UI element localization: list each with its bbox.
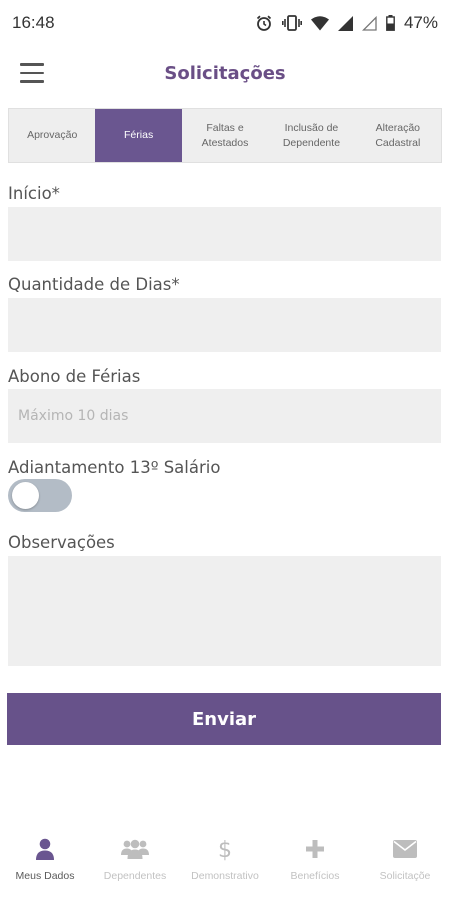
dollar-icon: $ (218, 838, 232, 861)
alarm-icon (256, 15, 272, 31)
tab-ferias[interactable]: Férias (95, 109, 182, 162)
plus-icon (306, 840, 324, 858)
nav-item-dependentes[interactable]: Dependentes (90, 836, 180, 892)
tab-inclusao-dependente[interactable]: Inclusão de Dependente (268, 109, 354, 162)
signal-icon (337, 15, 353, 31)
tab-faltas-atestados[interactable]: Faltas e Atestados (182, 109, 268, 162)
nav-label-solicitacoes: Solicitaçõe (379, 870, 431, 882)
bottom-nav: Meus Dados Dependentes $ Demonstrativo B… (0, 836, 450, 892)
observacoes-field[interactable] (8, 556, 441, 666)
app-bar: Solicitações (0, 50, 450, 96)
nav-label-demonstrativo: Demonstrativo (191, 870, 259, 882)
quantidade-dias-field[interactable] (8, 298, 441, 352)
quantidade-dias-label: Quantidade de Dias* (8, 275, 180, 294)
inicio-field[interactable] (8, 207, 441, 261)
nav-label-meus-dados: Meus Dados (15, 870, 75, 882)
tab-aprovacao[interactable]: Aprovação (9, 109, 95, 162)
wifi-icon (310, 15, 329, 30)
nav-item-meus-dados[interactable]: Meus Dados (0, 836, 90, 892)
status-time: 16:48 (12, 13, 55, 32)
nav-item-demonstrativo[interactable]: $ Demonstrativo (180, 836, 270, 892)
svg-text:$: $ (218, 838, 232, 861)
request-tabs: Aprovação Férias Faltas e Atestados Incl… (8, 108, 442, 163)
nav-label-dependentes: Dependentes (103, 870, 167, 882)
abono-ferias-label: Abono de Férias (8, 367, 141, 386)
toggle-knob (12, 482, 39, 509)
abono-ferias-field[interactable] (8, 389, 441, 443)
page-title: Solicitações (164, 62, 286, 84)
status-bar: 16:48 47% (0, 0, 450, 46)
enviar-button[interactable]: Enviar (7, 693, 441, 745)
nav-item-solicitacoes[interactable]: Solicitaçõe (360, 836, 450, 892)
nav-item-beneficios[interactable]: Benefícios (270, 836, 360, 892)
battery-percentage: 47% (403, 13, 438, 32)
battery-icon (386, 15, 395, 31)
observacoes-label: Observações (8, 533, 115, 552)
nav-label-beneficios: Benefícios (290, 870, 340, 882)
tab-alteracao-cadastral[interactable]: Alteração Cadastral (355, 109, 441, 162)
status-icons: 47% (255, 13, 438, 33)
vibrate-icon (281, 15, 302, 31)
signal-empty-icon (361, 15, 377, 31)
group-icon (121, 839, 149, 859)
user-icon (36, 838, 54, 860)
adiantamento-toggle[interactable] (8, 479, 72, 512)
adiantamento-label: Adiantamento 13º Salário (8, 458, 221, 477)
envelope-icon (393, 840, 417, 858)
inicio-label: Início* (8, 184, 60, 203)
